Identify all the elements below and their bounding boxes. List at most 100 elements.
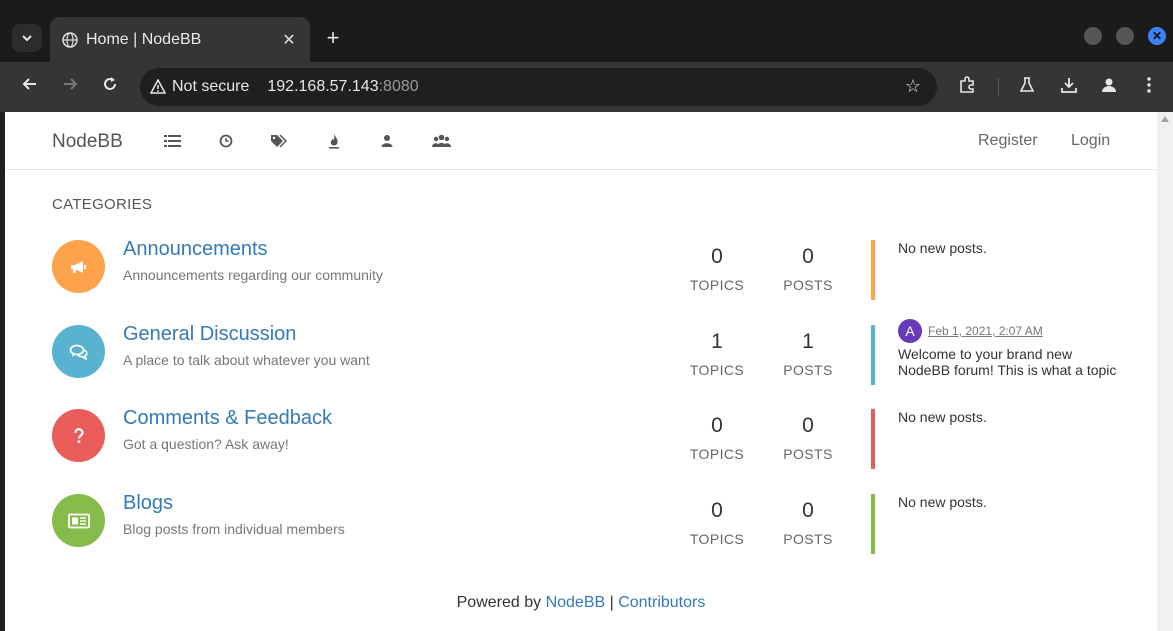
warning-icon <box>150 79 166 94</box>
globe-icon <box>62 31 78 48</box>
login-link[interactable]: Login <box>1071 132 1110 150</box>
browser-toolbar: Not secure 192.168.57.143:8080 ☆ <box>0 62 1173 112</box>
category-color-bar <box>871 494 875 554</box>
question-icon[interactable] <box>52 409 105 462</box>
teaser-timestamp-link[interactable]: Feb 1, 2021, 2:07 AM <box>928 324 1043 338</box>
download-icon[interactable] <box>1058 76 1080 98</box>
site-footer: Powered by NodeBB | Contributors <box>5 594 1157 612</box>
address-bar[interactable]: Not secure 192.168.57.143:8080 ☆ <box>140 68 937 106</box>
arrow-right-icon <box>64 78 78 90</box>
category-row-blogs: Blogs Blog posts from individual members… <box>5 486 1157 570</box>
new-tab-button[interactable]: + <box>320 26 346 52</box>
page-viewport: NodeBB Register Login CATEGORIES Announc… <box>5 112 1157 631</box>
posts-label: POSTS <box>783 277 833 293</box>
category-row-comments-feedback: Comments & Feedback Got a question? Ask … <box>5 401 1157 485</box>
security-label: Not secure <box>172 78 250 95</box>
browser-tab[interactable]: Home | NodeBB ✕ <box>50 17 310 62</box>
teaser-post: A Feb 1, 2021, 2:07 AM Welcome to your b… <box>898 319 1128 378</box>
topics-stat: 0 TOPICS <box>677 245 757 293</box>
topics-count: 0 <box>711 499 723 522</box>
teaser-empty: No new posts. <box>898 240 987 256</box>
topics-label: TOPICS <box>689 277 745 293</box>
reload-icon <box>104 77 116 90</box>
users-icon[interactable] <box>377 131 397 151</box>
topics-stat: 0 TOPICS <box>677 414 757 462</box>
url-host: 192.168.57.143 <box>267 78 379 95</box>
contributors-link[interactable]: Contributors <box>618 594 705 611</box>
topics-label: TOPICS <box>689 531 745 547</box>
tab-search-button[interactable] <box>12 24 42 52</box>
footer-separator: | <box>605 594 619 611</box>
arrow-left-icon <box>22 78 36 90</box>
tab-title: Home | NodeBB <box>86 30 202 48</box>
posts-stat: 1 POSTS <box>768 330 848 378</box>
menu-kebab-icon[interactable] <box>1138 76 1160 98</box>
groups-icon[interactable] <box>431 131 451 151</box>
back-button[interactable] <box>18 75 42 99</box>
topics-count: 1 <box>711 330 723 353</box>
posts-stat: 0 POSTS <box>768 245 848 293</box>
category-title-link[interactable]: Announcements <box>123 238 268 261</box>
teaser-empty: No new posts. <box>898 409 987 425</box>
powered-by-text: Powered by <box>456 594 546 611</box>
category-description: Blog posts from individual members <box>123 521 345 537</box>
posts-count: 0 <box>802 414 814 437</box>
topics-count: 0 <box>711 245 723 268</box>
comments-icon[interactable] <box>52 325 105 378</box>
topics-count: 0 <box>711 414 723 437</box>
maximize-button[interactable] <box>1116 27 1134 45</box>
teaser-empty: No new posts. <box>898 494 987 510</box>
categories-heading: CATEGORIES <box>52 196 153 213</box>
minimize-button[interactable] <box>1084 27 1102 45</box>
page-scrollbar[interactable] <box>1157 112 1173 631</box>
topics-label: TOPICS <box>689 362 745 378</box>
category-row-general-discussion: General Discussion A place to talk about… <box>5 317 1157 401</box>
popular-fire-icon[interactable] <box>324 131 344 151</box>
chevron-down-icon <box>22 35 32 42</box>
category-description: Got a question? Ask away! <box>123 436 289 452</box>
posts-count: 1 <box>802 330 814 353</box>
nodebb-link[interactable]: NodeBB <box>546 594 606 611</box>
newspaper-icon[interactable] <box>52 494 105 547</box>
category-color-bar <box>871 240 875 300</box>
category-description: Announcements regarding our community <box>123 267 383 283</box>
url-port: :8080 <box>378 78 419 95</box>
category-title-link[interactable]: Blogs <box>123 492 173 515</box>
category-row-announcements: Announcements Announcements regarding ou… <box>5 232 1157 316</box>
posts-count: 0 <box>802 245 814 268</box>
bookmark-star-icon[interactable]: ☆ <box>905 76 921 97</box>
posts-stat: 0 POSTS <box>768 499 848 547</box>
category-description: A place to talk about whatever you want <box>123 352 370 368</box>
recent-clock-icon[interactable] <box>216 131 236 151</box>
extensions-icon[interactable] <box>956 76 978 98</box>
categories-list-icon[interactable] <box>162 131 182 151</box>
toolbar-separator <box>998 78 999 96</box>
topics-label: TOPICS <box>689 446 745 462</box>
teaser-content[interactable]: Welcome to your brand new NodeBB forum! … <box>898 346 1128 378</box>
bullhorn-icon[interactable] <box>52 240 105 293</box>
topics-stat: 0 TOPICS <box>677 499 757 547</box>
posts-label: POSTS <box>783 362 833 378</box>
register-link[interactable]: Register <box>978 132 1038 150</box>
posts-count: 0 <box>802 499 814 522</box>
tab-strip: Home | NodeBB ✕ + ✕ <box>0 0 1173 62</box>
posts-label: POSTS <box>783 531 833 547</box>
reload-button[interactable] <box>98 75 122 99</box>
topics-stat: 1 TOPICS <box>677 330 757 378</box>
labs-flask-icon[interactable] <box>1016 76 1038 98</box>
brand-logo-link[interactable]: NodeBB <box>52 131 123 153</box>
teaser-header: A Feb 1, 2021, 2:07 AM <box>898 319 1128 343</box>
forward-button[interactable] <box>58 75 82 99</box>
scroll-up-arrow-icon[interactable] <box>1161 116 1169 122</box>
posts-stat: 0 POSTS <box>768 414 848 462</box>
avatar[interactable]: A <box>898 319 922 343</box>
security-indicator[interactable]: Not secure <box>150 78 249 96</box>
category-title-link[interactable]: Comments & Feedback <box>123 407 332 430</box>
posts-label: POSTS <box>783 446 833 462</box>
tags-icon[interactable] <box>269 131 289 151</box>
site-header: NodeBB Register Login <box>5 112 1157 170</box>
tab-close-icon[interactable]: ✕ <box>280 30 298 50</box>
window-close-button[interactable]: ✕ <box>1148 27 1166 45</box>
profile-icon[interactable] <box>1098 76 1120 98</box>
category-title-link[interactable]: General Discussion <box>123 323 296 346</box>
